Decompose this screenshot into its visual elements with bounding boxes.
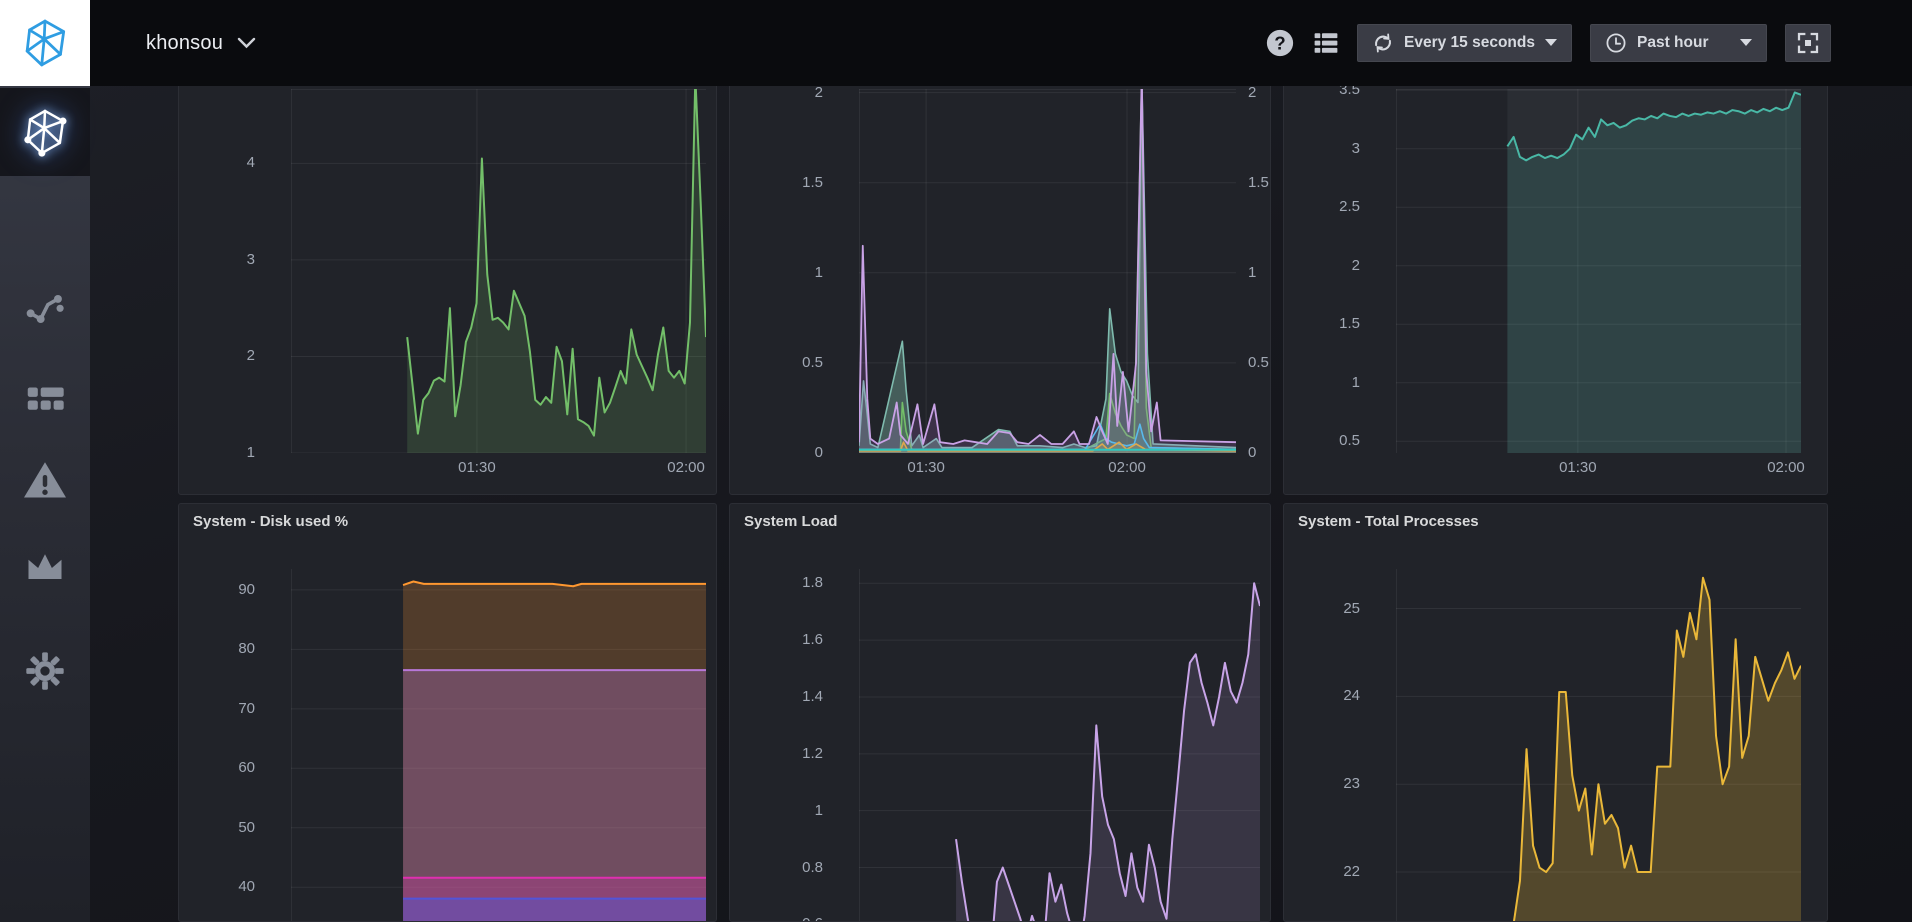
refresh-interval-button[interactable]: Every 15 seconds [1357,24,1572,62]
chart-plot[interactable] [291,569,706,922]
y-tick-label: 1 [1284,374,1360,392]
y-tick-label: 1.5 [1284,315,1360,333]
sidebar-item-alerting[interactable] [0,451,90,511]
y-tick-label: 23 [1284,775,1360,793]
chart-plot[interactable] [859,89,1236,453]
y-tick-label: 1 [179,444,255,462]
gear-icon [22,648,68,694]
panel-system-load: System Load 1.8 1.6 1.4 1.2 1 0.8 0.6 [729,503,1271,922]
y-tick-label: 25 [1284,600,1360,618]
y-tick-label: 2 [1284,257,1360,275]
dashboard-title: khonsou [146,32,223,55]
y-tick-label: 90 [179,581,255,599]
polyhedron-glow-icon [20,107,70,157]
sidebar-item-settings[interactable] [0,641,90,701]
polyhedron-logo-icon [19,17,71,69]
crown-icon [23,546,67,590]
caret-down-icon [1545,39,1557,47]
x-tick-label: 01:30 [1546,459,1610,477]
chart-plot[interactable] [859,569,1260,922]
sidebar-item-explore[interactable] [0,279,90,339]
y-tick-label-right: 2 [1248,84,1271,102]
clock-icon [1605,32,1627,54]
y-tick-label: 1.4 [730,688,823,706]
y-tick-label: 3 [179,251,255,269]
panel-2: 2 2 1.5 1.5 1 1 0.5 0.5 0 0 01:30 02:00 [729,50,1271,495]
panel-title[interactable]: System - Disk used % [179,513,716,530]
chevron-down-icon [237,37,256,49]
chart-plot[interactable] [1396,89,1801,453]
y-tick-label: 50 [179,819,255,837]
y-tick-label: 1 [730,802,823,820]
refresh-cycle-icon [1372,32,1394,54]
sidebar-item-network-active[interactable] [0,88,90,176]
pulse-graph-icon [22,286,68,332]
sidebar-item-crown[interactable] [0,538,90,598]
help-icon[interactable]: ? [1265,28,1295,58]
y-tick-label: 2.5 [1284,198,1360,216]
chart-plot[interactable] [1396,569,1801,922]
top-navbar: khonsou ? Every 15 seconds Past hour [90,0,1912,86]
series-purple [859,89,1236,444]
y-tick-label-right: 0 [1248,444,1271,462]
kiosk-fullscreen-icon [1796,31,1820,55]
refresh-interval-label: Every 15 seconds [1404,34,1535,52]
panel-1: 4 3 2 1 01:30 02:00 [178,50,717,495]
y-tick-label: 1.5 [730,174,823,192]
y-tick-label: 24 [1284,687,1360,705]
y-tick-label: 2 [730,84,823,102]
x-tick-label: 02:00 [1754,459,1818,477]
x-tick-label: 02:00 [654,459,717,477]
x-tick-label: 01:30 [445,459,509,477]
y-tick-label: 1.6 [730,631,823,649]
dashboard-picker[interactable]: khonsou [146,32,256,55]
x-tick-label: 01:30 [894,459,958,477]
sidebar-item-dashboards[interactable] [0,369,90,429]
time-range-label: Past hour [1637,34,1708,52]
y-tick-label: 2 [179,347,255,365]
y-tick-label: 1.2 [730,745,823,763]
y-tick-label: 0.6 [730,915,823,922]
panel-system-total-processes: System - Total Processes 25 24 23 22 [1283,503,1828,922]
time-range-button[interactable]: Past hour [1590,24,1767,62]
x-tick-label: 02:00 [1095,459,1159,477]
y-tick-label: 0.5 [1284,432,1360,450]
panel-title[interactable]: System - Total Processes [1284,513,1827,530]
chart-plot[interactable] [291,89,706,453]
y-tick-label-right: 0.5 [1248,354,1271,372]
dashboard-grid-icon [22,376,68,422]
panel-3: 3.532.521.510.501:3002:00 [1283,50,1828,495]
y-tick-label: 0 [730,444,823,462]
y-tick-label-right: 1 [1248,264,1271,282]
org-logo-box[interactable] [0,0,90,86]
y-tick-label: 4 [179,154,255,172]
y-tick-label: 70 [179,700,255,718]
y-tick-label: 60 [179,759,255,777]
kiosk-mode-button[interactable] [1785,24,1831,62]
y-tick-label: 1 [730,264,823,282]
y-tick-label: 0.5 [730,354,823,372]
svg-text:?: ? [1274,33,1285,54]
y-tick-label: 3 [1284,140,1360,158]
series-green [859,89,1236,449]
sidebar [0,86,90,922]
alert-triangle-icon [21,457,69,505]
y-tick-label: 1.8 [730,574,823,592]
panel-title[interactable]: System Load [730,513,1270,530]
panel-list-icon[interactable] [1313,30,1339,56]
caret-down-icon [1740,39,1752,47]
y-tick-label: 0.8 [730,859,823,877]
y-tick-label: 22 [1284,863,1360,881]
series-teal [859,89,1236,448]
y-tick-label: 80 [179,640,255,658]
panel-system-disk-used: System - Disk used % 90 80 70 60 50 40 [178,503,717,922]
y-tick-label-right: 1.5 [1248,174,1271,192]
y-tick-label: 40 [179,878,255,896]
